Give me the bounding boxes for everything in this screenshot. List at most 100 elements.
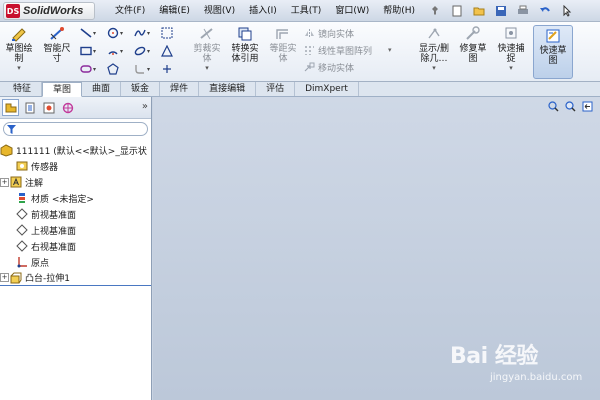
- tab-dimxpert[interactable]: DimXpert: [295, 82, 359, 96]
- repair-sketch-button[interactable]: 修复草 图: [456, 25, 490, 79]
- menu-bar: 文件(F) 编辑(E) 视图(V) 插入(I) 工具(T) 窗口(W) 帮助(H…: [108, 0, 422, 22]
- tree-item-right-plane[interactable]: 右视基准面: [0, 238, 151, 254]
- boss-extrude-icon: [10, 272, 22, 283]
- text-button[interactable]: [161, 26, 183, 40]
- spline-button[interactable]: ▾: [134, 26, 156, 40]
- more-tabs-icon[interactable]: »: [142, 101, 148, 112]
- tree-item-origin[interactable]: 原点: [0, 254, 151, 270]
- watermark-brand: Bai 经验: [450, 344, 538, 369]
- circle-icon: [107, 27, 119, 39]
- tree-item-material[interactable]: 材质 <未指定>: [0, 190, 151, 206]
- dimxpert-icon: [62, 102, 73, 113]
- menu-file[interactable]: 文件(F): [108, 0, 152, 22]
- configuration-manager-tab[interactable]: [40, 99, 57, 116]
- trim-entities-button[interactable]: 剪裁实 体 ▾: [190, 25, 224, 79]
- command-manager: 草图绘 制 ▾ 智能尺 寸 ▾ ▾ ▾ ▾ ▾ ▾ ▾ ▾ 剪裁实 体 ▾ 转换…: [0, 22, 600, 82]
- filter-icon: [7, 124, 16, 134]
- tab-direct-editing[interactable]: 直接编辑: [199, 82, 257, 96]
- print-button[interactable]: [513, 3, 533, 19]
- select-button[interactable]: [557, 3, 577, 19]
- feature-tree: 111111 (默认<<默认>_显示状 传感器 + 注解 材质 <未指定> 前视: [0, 142, 151, 286]
- arc-button[interactable]: ▾: [107, 44, 129, 58]
- undo-button[interactable]: [535, 3, 555, 19]
- chevron-down-icon[interactable]: ▾: [388, 46, 392, 54]
- tab-sketch[interactable]: 草图: [42, 82, 83, 97]
- ellipse-button[interactable]: ▾: [134, 44, 156, 58]
- annotation-icon: [10, 176, 22, 188]
- ellipse-icon: [134, 46, 146, 56]
- tree-root-part[interactable]: 111111 (默认<<默认>_显示状: [0, 142, 151, 158]
- linear-sketch-pattern-button[interactable]: 线性草图阵列: [304, 43, 372, 58]
- feature-tree-icon: [5, 103, 16, 112]
- rapid-sketch-button[interactable]: 快速草 图: [533, 25, 573, 79]
- plane-icon: [16, 224, 28, 236]
- sketch-button[interactable]: 草图绘 制 ▾: [2, 25, 36, 79]
- new-document-button[interactable]: [447, 3, 467, 19]
- dimxpert-manager-tab[interactable]: [59, 99, 76, 116]
- zoom-to-area-button[interactable]: [563, 99, 577, 113]
- feature-manager-panel: » 111111 (默认<<默认>_显示状 传感器 + 注解 材质 <未指定> …: [0, 97, 152, 400]
- save-button[interactable]: [491, 3, 511, 19]
- plane-icon: [16, 240, 28, 252]
- circle-button[interactable]: ▾: [107, 26, 129, 40]
- print-icon: [518, 5, 528, 14]
- pin-button[interactable]: [425, 3, 445, 19]
- smart-dimension-button[interactable]: 智能尺 寸: [40, 25, 74, 79]
- rectangle-icon: [80, 46, 92, 56]
- tab-surfaces[interactable]: 曲面: [82, 82, 122, 96]
- linear-pattern-icon: [305, 46, 314, 55]
- sensor-icon: [16, 161, 28, 171]
- move-icon: [304, 62, 315, 72]
- sketch-entities-group: ▾ ▾ ▾ ▾ ▾ ▾ ▾ ▾: [80, 26, 190, 80]
- slot-button[interactable]: ▾: [80, 62, 102, 76]
- expand-icon[interactable]: +: [0, 273, 9, 282]
- menu-view[interactable]: 视图(V): [197, 0, 242, 22]
- tree-item-top-plane[interactable]: 上视基准面: [0, 222, 151, 238]
- tree-item-boss-extrude[interactable]: + 凸台-拉伸1: [0, 270, 151, 286]
- repair-sketch-icon: [466, 26, 480, 40]
- menu-insert[interactable]: 插入(I): [242, 0, 284, 22]
- tree-item-annotations[interactable]: + 注解: [0, 174, 151, 190]
- origin-icon: [17, 257, 27, 268]
- quick-snaps-button[interactable]: 快速捕 捉 ▾: [494, 25, 528, 79]
- previous-view-button[interactable]: [580, 99, 594, 113]
- heads-up-view-toolbar: [546, 99, 594, 113]
- expand-icon[interactable]: +: [0, 177, 9, 187]
- spline-icon: [134, 29, 146, 37]
- property-manager-tab[interactable]: [21, 99, 38, 116]
- menu-window[interactable]: 窗口(W): [328, 0, 376, 22]
- tab-features[interactable]: 特征: [3, 82, 43, 96]
- display-delete-relations-button[interactable]: 显示/删 除几… ▾: [413, 25, 455, 79]
- convert-entities-button[interactable]: 转换实 体引用: [228, 25, 262, 79]
- watermark-url: jingyan.baidu.com: [490, 372, 583, 383]
- open-folder-icon: [473, 7, 485, 16]
- tab-sheet-metal[interactable]: 钣金: [121, 82, 161, 96]
- new-document-icon: [452, 5, 462, 17]
- fillet-icon: [135, 65, 144, 74]
- feature-manager-tab[interactable]: [2, 99, 19, 116]
- polygon-button[interactable]: [107, 62, 129, 76]
- tab-evaluate[interactable]: 评估: [256, 82, 296, 96]
- tree-item-front-plane[interactable]: 前视基准面: [0, 206, 151, 222]
- offset-entities-button[interactable]: 等距实 体: [266, 25, 300, 79]
- save-icon: [496, 6, 506, 16]
- mirror-entities-button[interactable]: 镜向实体: [304, 26, 354, 41]
- rapid-sketch-icon: [546, 29, 560, 43]
- menu-help[interactable]: 帮助(H): [376, 0, 422, 22]
- configuration-icon: [43, 102, 54, 113]
- plane-button[interactable]: [161, 44, 183, 58]
- tree-item-sensors[interactable]: 传感器: [0, 158, 151, 174]
- menu-edit[interactable]: 编辑(E): [152, 0, 197, 22]
- move-entities-button[interactable]: 移动实体: [304, 60, 354, 75]
- feature-filter[interactable]: [3, 122, 148, 136]
- line-button[interactable]: ▾: [80, 26, 102, 40]
- zoom-to-fit-button[interactable]: [546, 99, 560, 113]
- rectangle-button[interactable]: ▾: [80, 44, 102, 58]
- menu-tools[interactable]: 工具(T): [284, 0, 329, 22]
- point-button[interactable]: [161, 62, 183, 76]
- solidworks-logo[interactable]: DS SolidWorks: [3, 2, 95, 20]
- fillet-button[interactable]: ▾: [134, 62, 156, 76]
- tab-weldments[interactable]: 焊件: [160, 82, 200, 96]
- open-button[interactable]: [469, 3, 489, 19]
- property-manager-icon: [25, 102, 34, 113]
